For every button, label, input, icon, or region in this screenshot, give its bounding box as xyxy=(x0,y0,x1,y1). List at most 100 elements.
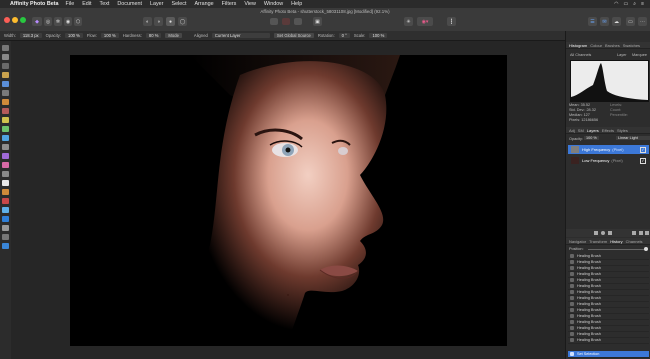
tab-channels[interactable]: Channels xyxy=(626,239,643,244)
tab-swatches[interactable]: Swatches xyxy=(623,43,640,48)
selection-subtract-icon[interactable] xyxy=(294,18,302,25)
tab-layers[interactable]: Layers xyxy=(587,128,599,133)
rotation-field[interactable]: 0 ° xyxy=(338,33,350,38)
window-icon[interactable]: ▭ xyxy=(626,17,635,26)
gradient-tool-icon[interactable] xyxy=(2,135,9,141)
history-slider-handle[interactable] xyxy=(644,247,648,251)
move-tool-icon[interactable] xyxy=(2,45,9,51)
history-item-selected[interactable]: Set Selection xyxy=(568,351,649,358)
dodge-brush-icon[interactable] xyxy=(2,144,9,150)
tab-transform[interactable]: Transform xyxy=(589,239,607,244)
history-slider[interactable] xyxy=(588,249,646,250)
assistant-icon[interactable]: ◉▾ xyxy=(417,17,433,26)
source-dropdown[interactable]: Current Layer xyxy=(211,33,270,38)
menu-select[interactable]: Select xyxy=(171,1,186,7)
more-icon[interactable]: ⋯ xyxy=(638,17,647,26)
zoom-tool-icon[interactable] xyxy=(2,234,9,240)
app-menu[interactable]: Affinity Photo Beta xyxy=(10,1,59,7)
flow-field[interactable]: 100 % xyxy=(100,33,119,38)
history-item[interactable]: Healing Brush xyxy=(568,337,649,344)
marquee-toggle[interactable]: Marquee xyxy=(632,53,647,57)
tone-mapping-persona-icon[interactable]: ◉ xyxy=(64,17,72,26)
arrange-icon[interactable]: ┇ xyxy=(447,17,456,26)
hardness-field[interactable]: 80 % xyxy=(145,33,162,38)
list-icon[interactable]: ≡ xyxy=(641,1,644,7)
tab-history[interactable]: History xyxy=(610,239,622,244)
add-layer-icon[interactable] xyxy=(632,231,636,235)
layer-toggle[interactable]: Layer xyxy=(617,53,627,57)
menu-file[interactable]: File xyxy=(66,1,75,7)
selection-brush-icon[interactable] xyxy=(2,72,9,78)
view-tool-icon[interactable] xyxy=(2,54,9,60)
portrait-photo[interactable] xyxy=(70,55,507,346)
menu-arrange[interactable]: Arrange xyxy=(194,1,213,7)
blend-mode-dropdown[interactable]: Linear Light xyxy=(616,136,650,140)
colour-picker-icon[interactable] xyxy=(2,225,9,231)
minimize-window-button[interactable] xyxy=(12,17,18,23)
clone-brush-icon[interactable] xyxy=(2,153,9,159)
pen-tool-icon[interactable] xyxy=(2,189,9,195)
tab-adj[interactable]: Adj xyxy=(569,128,575,133)
levels-icon[interactable]: ◐ xyxy=(143,17,152,26)
marquee-tool-icon[interactable] xyxy=(2,90,9,96)
hand-tool-icon[interactable] xyxy=(2,243,9,249)
chat-icon[interactable]: ✉ xyxy=(600,17,609,26)
tab-colour[interactable]: Colour xyxy=(590,43,602,48)
tab-sm[interactable]: SM xyxy=(578,128,584,133)
white-balance-icon[interactable]: ◑ xyxy=(154,17,163,26)
liquify-persona-icon[interactable]: ◎ xyxy=(44,17,52,26)
delete-layer-icon[interactable] xyxy=(645,231,649,235)
blur-brush-icon[interactable] xyxy=(2,171,9,177)
export-persona-icon[interactable]: ⬡ xyxy=(74,17,82,26)
menu-filters[interactable]: Filters xyxy=(222,1,237,7)
close-window-button[interactable] xyxy=(4,17,10,23)
paint-brush-icon[interactable] xyxy=(2,99,9,105)
zoom-window-button[interactable] xyxy=(20,17,26,23)
share-icon[interactable]: ☁ xyxy=(612,17,621,26)
group-icon[interactable] xyxy=(639,231,643,235)
visibility-checkbox[interactable]: ✓ xyxy=(640,157,646,164)
text-tool-icon[interactable] xyxy=(2,216,9,222)
tab-navigator[interactable]: Navigator xyxy=(569,239,586,244)
colour-replacement-icon[interactable] xyxy=(2,108,9,114)
selection-mode-icon[interactable] xyxy=(270,18,278,25)
opacity-field[interactable]: 100 % xyxy=(65,33,83,38)
colour-icon[interactable]: ● xyxy=(166,17,175,26)
tab-histogram[interactable]: Histogram xyxy=(569,43,587,48)
global-source-button[interactable]: Set Global Source xyxy=(273,33,314,38)
tab-effects[interactable]: Effects xyxy=(602,128,614,133)
layer-high-frequency[interactable]: High Frequency (Pixel) ✓ xyxy=(568,145,649,154)
menu-view[interactable]: View xyxy=(244,1,256,7)
layer-opacity-field[interactable]: 100 % xyxy=(584,136,599,140)
menu-edit[interactable]: Edit xyxy=(82,1,91,7)
menu-layer[interactable]: Layer xyxy=(150,1,164,7)
red-eye-icon[interactable] xyxy=(2,162,9,168)
menu-text[interactable]: Text xyxy=(100,1,110,7)
snapping-icon[interactable]: ✳ xyxy=(404,17,413,26)
search-icon[interactable]: ⌕ xyxy=(633,1,636,7)
visibility-checkbox[interactable]: ✓ xyxy=(640,146,646,153)
photo-persona-icon[interactable]: ◆ xyxy=(32,17,42,26)
adjustment-icon[interactable] xyxy=(601,231,605,235)
develop-persona-icon[interactable]: ✲ xyxy=(54,17,62,26)
crop-tool-icon[interactable] xyxy=(2,63,9,69)
width-field[interactable]: 118.3 px xyxy=(19,33,42,38)
auto-icon[interactable]: ◯ xyxy=(178,17,187,26)
flood-select-icon[interactable] xyxy=(2,81,9,87)
tab-brushes[interactable]: Brushes xyxy=(605,43,620,48)
aligned-checkbox[interactable]: Aligned xyxy=(194,33,208,38)
rectangle-tool-icon[interactable] xyxy=(2,207,9,213)
erase-brush-icon[interactable] xyxy=(2,117,9,123)
battery-icon[interactable]: ▭ xyxy=(624,1,629,7)
fx-icon[interactable] xyxy=(608,231,612,235)
layer-low-frequency[interactable]: Low Frequency (Pixel) ✓ xyxy=(568,156,649,165)
selection-add-icon[interactable] xyxy=(282,18,290,25)
mask-icon[interactable] xyxy=(594,231,598,235)
menu-help[interactable]: Help xyxy=(291,1,302,7)
tab-styles[interactable]: Styles xyxy=(617,128,628,133)
scale-field[interactable]: 100 % xyxy=(369,33,388,38)
wifi-icon[interactable]: ◠ xyxy=(614,1,618,7)
studio-icon[interactable]: ☰ xyxy=(588,17,597,26)
shape-tool-icon[interactable] xyxy=(2,198,9,204)
quick-mask-icon[interactable]: ▣ xyxy=(313,17,322,26)
